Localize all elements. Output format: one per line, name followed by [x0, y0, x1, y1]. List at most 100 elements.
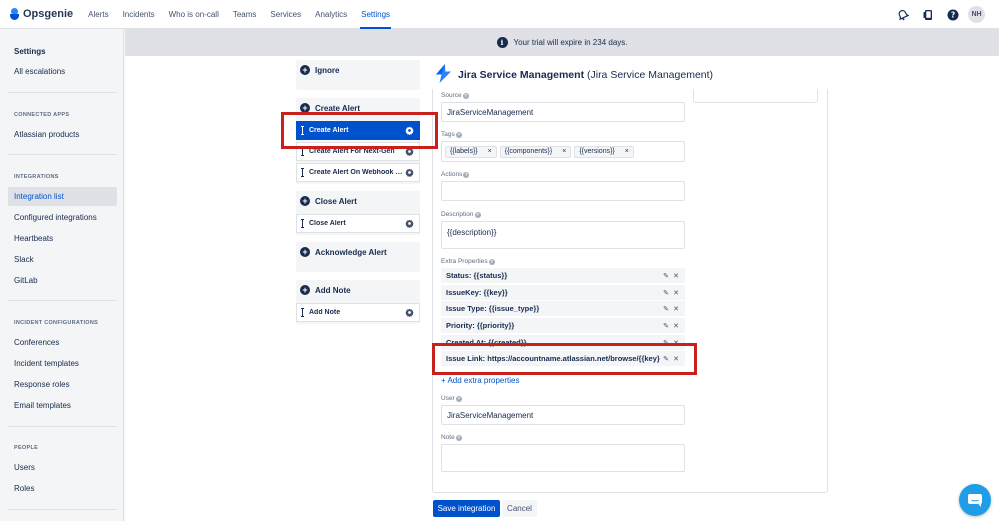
user-avatar[interactable]: NH [968, 6, 985, 23]
action-item-add-note[interactable]: Add Note [296, 303, 420, 322]
gear-icon[interactable] [405, 126, 414, 135]
gear-icon[interactable] [405, 219, 414, 228]
edit-pencil-icon[interactable]: ✎ [662, 305, 670, 313]
sidebar-item-gitlab[interactable]: GitLab [8, 271, 117, 290]
note-field[interactable] [441, 444, 685, 472]
drag-handle-icon[interactable] [301, 219, 304, 228]
save-integration-button[interactable]: Save integration [433, 500, 500, 517]
action-group-acknowledge-alert[interactable]: + Acknowledge Alert [296, 242, 420, 272]
edit-pencil-icon[interactable]: ✎ [662, 339, 670, 347]
help-icon[interactable]: ? [474, 211, 481, 218]
gear-icon[interactable] [405, 308, 414, 317]
gear-icon[interactable] [405, 168, 414, 177]
action-group-ignore[interactable]: + Ignore [296, 60, 420, 90]
gear-icon[interactable] [405, 147, 414, 156]
sidebar-item-settings[interactable]: Settings [8, 42, 117, 61]
action-item-create-alert[interactable]: Create Alert [296, 121, 420, 140]
extra-property-text: Priority: {{priority}} [446, 321, 515, 330]
remove-icon[interactable]: ✕ [672, 322, 680, 330]
nav-settings[interactable]: Settings [360, 0, 392, 29]
help-icon[interactable]: ? [462, 92, 469, 99]
action-item-label: Create Alert On Webhook Rec [309, 169, 405, 176]
help-icon[interactable]: ? [455, 395, 462, 402]
sidebar-item-users[interactable]: Users [8, 458, 117, 477]
tags-field[interactable]: {{labels}} × {{components}} × {{versions}}… [441, 141, 685, 162]
drag-handle-icon[interactable] [301, 168, 304, 177]
action-item-create-alert-next-gen[interactable]: Create Alert For Next-Gen [296, 142, 420, 161]
mobile-app-icon[interactable] [920, 7, 936, 23]
chat-icon [968, 493, 982, 507]
action-item-close-alert[interactable]: Close Alert [296, 214, 420, 233]
sidebar-heading-connected-apps: CONNECTED APPS [14, 112, 70, 118]
remove-tag-icon[interactable]: × [562, 148, 566, 155]
sidebar-item-configured-integrations[interactable]: Configured integrations [8, 208, 117, 227]
nav-who-is-on-call[interactable]: Who is on-call [168, 0, 220, 29]
sidebar-divider [8, 92, 117, 93]
app-name: Opsgenie [23, 8, 74, 20]
nav-analytics[interactable]: Analytics [314, 0, 348, 29]
user-field[interactable]: JiraServiceManagement [441, 405, 685, 425]
add-action-icon[interactable]: + [300, 65, 310, 75]
action-item-label: Create Alert For Next-Gen [309, 148, 395, 155]
drag-handle-icon[interactable] [301, 147, 304, 156]
description-label: Description? [441, 211, 481, 218]
add-action-icon[interactable]: + [300, 196, 310, 206]
add-action-icon[interactable]: + [300, 285, 310, 295]
nav-incidents[interactable]: Incidents [122, 0, 156, 29]
add-action-icon[interactable]: + [300, 247, 310, 257]
edit-pencil-icon[interactable]: ✎ [662, 355, 670, 363]
notifications-bell-icon[interactable] [895, 7, 911, 23]
help-icon[interactable]: ? [945, 7, 961, 23]
nav-services[interactable]: Services [269, 0, 302, 29]
remove-icon[interactable]: ✕ [672, 289, 680, 297]
sidebar-item-heartbeats[interactable]: Heartbeats [8, 229, 117, 248]
sidebar-divider [8, 300, 117, 301]
sidebar-item-roles[interactable]: Roles [8, 479, 117, 498]
sidebar-item-conferences[interactable]: Conferences [8, 333, 117, 352]
remove-icon[interactable]: ✕ [672, 305, 680, 313]
tag-chip: {{components}} × [499, 145, 572, 158]
help-icon[interactable]: ? [455, 434, 462, 441]
actions-field[interactable] [441, 181, 685, 201]
remove-icon[interactable]: ✕ [672, 355, 680, 363]
edit-pencil-icon[interactable]: ✎ [662, 322, 670, 330]
svg-text:?: ? [951, 10, 955, 19]
edit-pencil-icon[interactable]: ✎ [662, 272, 670, 280]
sidebar-item-incident-templates[interactable]: Incident templates [8, 354, 117, 373]
add-action-icon[interactable]: + [300, 103, 310, 113]
sidebar-item-all-escalations[interactable]: All escalations [8, 62, 117, 81]
sidebar-item-response-roles[interactable]: Response roles [8, 375, 117, 394]
cancel-button[interactable]: Cancel [502, 500, 537, 517]
source-field[interactable]: JiraServiceManagement [441, 102, 685, 122]
extra-property-text: Issue Link: https://accountname.atlassia… [446, 354, 660, 363]
integration-title: Jira Service Management (Jira Service Ma… [458, 68, 714, 81]
sidebar-item-email-templates[interactable]: Email templates [8, 396, 117, 415]
remove-tag-icon[interactable]: × [625, 148, 629, 155]
action-item-label: Close Alert [309, 220, 346, 227]
sidebar-item-integration-list[interactable]: Integration list [8, 187, 117, 206]
sidebar-item-atlassian-products[interactable]: Atlassian products [8, 125, 117, 144]
nav-alerts[interactable]: Alerts [87, 0, 109, 29]
nav-teams[interactable]: Teams [232, 0, 258, 29]
extra-property-text: Issue Type: {{issue_type}} [446, 304, 540, 313]
help-icon[interactable]: ? [463, 171, 470, 178]
remove-icon[interactable]: ✕ [672, 272, 680, 280]
help-icon[interactable]: ? [455, 131, 462, 138]
extra-property-text: Created At: {{created}} [446, 338, 527, 347]
remove-icon[interactable]: ✕ [672, 339, 680, 347]
sidebar-item-slack[interactable]: Slack [8, 250, 117, 269]
action-item-create-alert-on-webhook[interactable]: Create Alert On Webhook Rec [296, 163, 420, 182]
add-extra-properties-link[interactable]: + Add extra properties [441, 376, 520, 385]
remove-tag-icon[interactable]: × [488, 148, 492, 155]
drag-handle-icon[interactable] [301, 308, 304, 317]
sidebar-divider [8, 509, 117, 510]
drag-handle-icon[interactable] [301, 126, 304, 135]
description-field[interactable]: {{description}} [441, 221, 685, 249]
chat-support-button[interactable] [959, 484, 991, 516]
side-panel-card [693, 89, 818, 103]
opsgenie-logo[interactable]: Opsgenie [10, 8, 73, 20]
extra-property-row: Priority: {{priority}} ✎ ✕ [441, 318, 685, 333]
help-icon[interactable]: ? [488, 258, 495, 265]
extra-property-text: Status: {{status}} [446, 271, 508, 280]
edit-pencil-icon[interactable]: ✎ [662, 289, 670, 297]
